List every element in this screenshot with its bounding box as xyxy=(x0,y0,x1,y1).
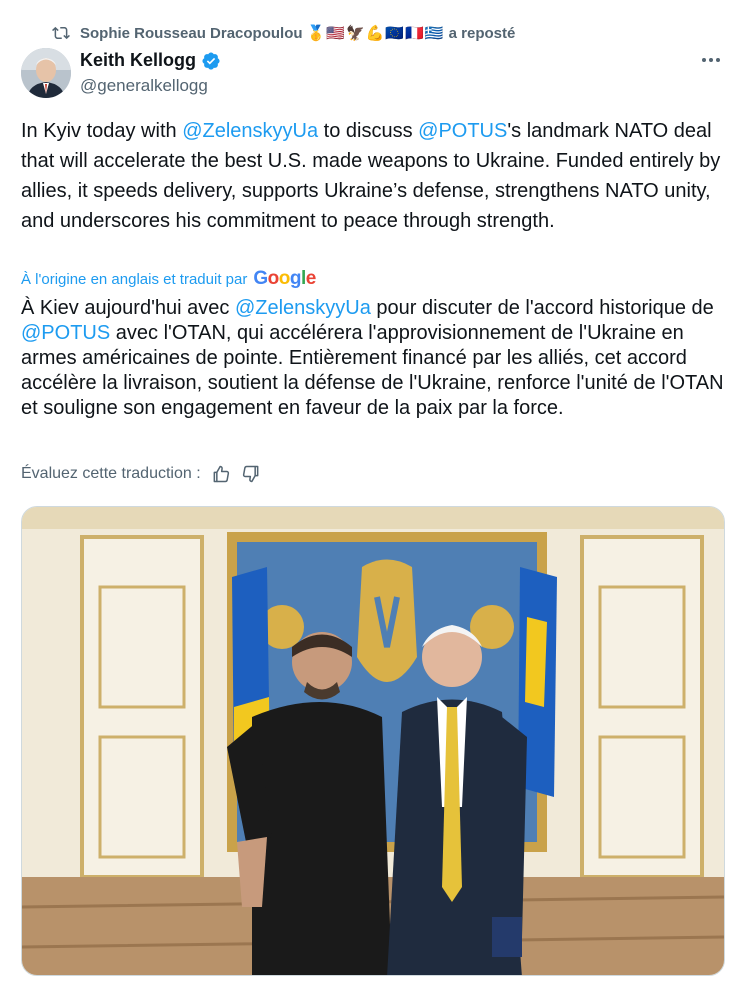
mention-zelenskyy[interactable]: @ZelenskyyUa xyxy=(182,120,318,142)
tweet-text-part: In Kyiv today with xyxy=(21,120,183,142)
translated-text-part: pour discuter de l'accord historique de xyxy=(370,297,714,319)
more-options-button[interactable] xyxy=(697,50,725,70)
thumbs-up-icon[interactable] xyxy=(211,464,231,484)
translated-text: À Kiev aujourd'hui avec @ZelenskyyUa pou… xyxy=(21,296,733,421)
translation-source: À l'origine en anglais et traduit par Go… xyxy=(21,268,316,290)
avatar-image xyxy=(21,48,71,98)
display-name[interactable]: Keith Kellogg xyxy=(80,50,196,71)
google-letter: G xyxy=(253,268,268,289)
tweet-photo[interactable] xyxy=(21,506,725,976)
repost-header: Sophie Rousseau Dracopoulou 🥇🇺🇸🦅💪🇪🇺🇫🇷🇬🇷 … xyxy=(52,22,515,44)
translated-text-part: avec l'OTAN, qui accélérera l'approvisio… xyxy=(21,322,724,419)
google-letter: o xyxy=(267,268,280,289)
google-letter: o xyxy=(278,268,291,289)
reposter-name[interactable]: Sophie Rousseau Dracopoulou xyxy=(80,25,303,42)
author-block: Keith Kellogg @generalkellogg xyxy=(80,50,221,96)
google-logo[interactable]: Google xyxy=(253,268,317,290)
translation-source-label[interactable]: À l'origine en anglais et traduit par xyxy=(21,271,247,288)
google-letter: g xyxy=(289,268,302,289)
more-dots-icon xyxy=(702,58,720,62)
handle[interactable]: @generalkellogg xyxy=(80,76,221,96)
repost-text[interactable]: Sophie Rousseau Dracopoulou 🥇🇺🇸🦅💪🇪🇺🇫🇷🇬🇷 … xyxy=(80,24,515,42)
repost-label: a reposté xyxy=(448,25,516,42)
mention-potus[interactable]: @POTUS xyxy=(418,120,507,142)
rate-translation: Évaluez cette traduction : xyxy=(21,464,261,484)
mention-zelenskyy[interactable]: @ZelenskyyUa xyxy=(235,297,371,319)
avatar[interactable] xyxy=(21,48,71,98)
verified-badge-icon[interactable] xyxy=(201,51,221,71)
rate-translation-label: Évaluez cette traduction : xyxy=(21,465,201,482)
tweet-text-part: to discuss xyxy=(318,120,419,142)
google-letter: e xyxy=(305,268,317,289)
thumbs-down-icon[interactable] xyxy=(241,464,261,484)
translated-text-part: À Kiev aujourd'hui avec xyxy=(21,297,235,319)
reposter-emojis: 🥇🇺🇸🦅💪🇪🇺🇫🇷🇬🇷 xyxy=(306,25,445,42)
tweet-text: In Kyiv today with @ZelenskyyUa to discu… xyxy=(21,116,731,236)
mention-potus[interactable]: @POTUS xyxy=(21,322,110,344)
photo-image xyxy=(22,507,724,975)
repost-icon xyxy=(52,26,70,40)
